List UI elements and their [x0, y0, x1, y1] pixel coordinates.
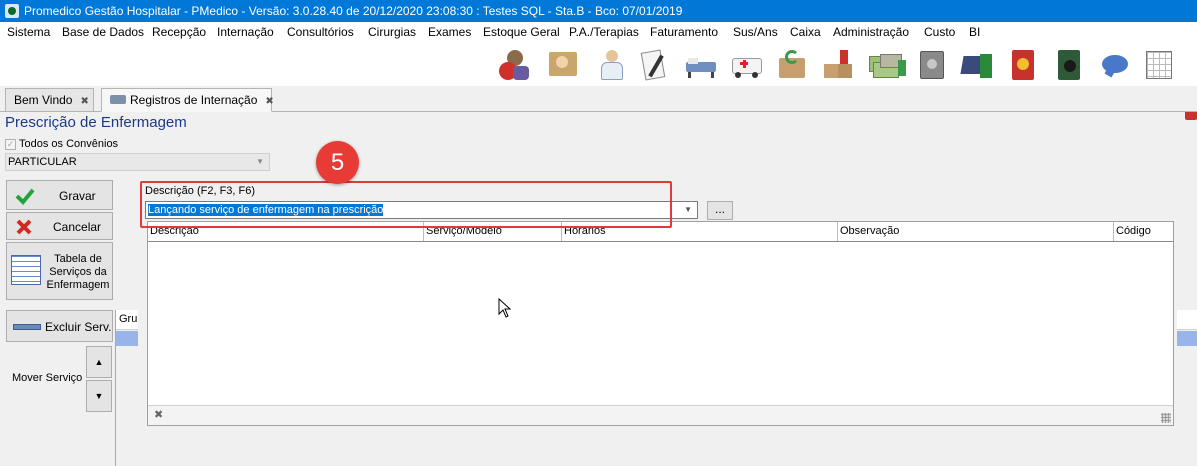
delete-service-button[interactable]: Excluir Serv.	[6, 310, 113, 342]
close-icon[interactable]: ✖	[265, 96, 273, 107]
arrow-up-icon: ▲	[94, 357, 104, 367]
checkmark-icon	[15, 188, 35, 205]
table-label-line3: Enfermagem	[46, 279, 110, 291]
refresh-user-icon[interactable]	[497, 48, 531, 82]
toolbar	[0, 44, 1197, 120]
menu-consultorios[interactable]: Consultórios	[287, 25, 354, 39]
tab-registros-internacao[interactable]: Registros de Internação ✖	[101, 88, 274, 112]
menu-pa-terapias[interactable]: P.A./Terapias	[569, 25, 639, 39]
table-icon	[11, 255, 41, 285]
menu-base-de-dados[interactable]: Base de Dados	[62, 25, 144, 39]
tab-strip: Bem Vindo ✖ Registros de Internação ✖	[0, 86, 1197, 112]
clear-filter-icon[interactable]: ✖	[154, 408, 163, 421]
menu-sus-ans[interactable]: Sus/Ans	[733, 25, 778, 39]
chevron-down-icon: ▼	[256, 157, 264, 166]
chevron-down-icon[interactable]: ▼	[684, 202, 692, 218]
column-codigo[interactable]: Código	[1114, 222, 1173, 241]
move-service-label: Mover Serviço	[12, 372, 83, 384]
cancel-label: Cancelar	[53, 220, 102, 234]
move-down-button[interactable]: ▼	[86, 380, 112, 412]
tab-bem-vindo[interactable]: Bem Vindo ✖	[5, 88, 94, 112]
column-observacao[interactable]: Observação	[838, 222, 1114, 241]
grid-footer: ✖	[148, 405, 1173, 425]
services-grid[interactable]: Descrição Serviço/Modelo Horarios Observ…	[147, 221, 1174, 426]
step-number-badge: 5	[316, 141, 359, 184]
service-table-button[interactable]: Tabela de Serviços da Enfermagem	[6, 242, 113, 300]
stock-boxes-icon[interactable]	[822, 48, 856, 82]
arrow-down-icon: ▼	[94, 391, 104, 401]
menu-administracao[interactable]: Administração	[833, 25, 909, 39]
menu-custo[interactable]: Custo	[924, 25, 955, 39]
mouse-cursor-icon	[498, 298, 512, 318]
save-button[interactable]: Gravar	[6, 180, 113, 210]
browse-button[interactable]: ...	[707, 201, 733, 220]
convenio-select[interactable]: PARTICULAR ▼	[5, 153, 270, 171]
menu-cirurgias[interactable]: Cirurgias	[368, 25, 416, 39]
cross-icon	[16, 219, 32, 235]
window-title: Promedico Gestão Hospitalar - PMedico - …	[24, 4, 683, 18]
spreadsheet-icon[interactable]	[1142, 48, 1176, 82]
move-up-button[interactable]: ▲	[86, 346, 112, 378]
all-convenios-checkbox[interactable]: ✓	[5, 139, 16, 150]
cancel-button[interactable]: Cancelar	[6, 212, 113, 240]
card-reader-icon[interactable]	[960, 48, 994, 82]
close-icon[interactable]: ✖	[80, 96, 88, 107]
prescription-icon[interactable]	[636, 48, 670, 82]
doctor-icon[interactable]	[595, 48, 629, 82]
menu-faturamento[interactable]: Faturamento	[650, 25, 718, 39]
hospital-bed-icon[interactable]	[684, 48, 718, 82]
all-convenios-label: Todos os Convênios	[19, 138, 119, 150]
table-label-line2: Serviços da	[49, 266, 107, 278]
chat-bubble-icon[interactable]	[1098, 48, 1132, 82]
resize-grip-icon[interactable]	[1161, 413, 1171, 423]
save-label: Gravar	[59, 189, 96, 203]
menu-recepcao[interactable]: Recepção	[152, 25, 206, 39]
money-down-icon[interactable]	[878, 48, 912, 82]
menu-internacao[interactable]: Internação	[217, 25, 274, 39]
table-label-line1: Tabela de	[54, 253, 102, 265]
tab-label: Registros de Internação	[130, 93, 258, 107]
menu-bi[interactable]: BI	[969, 25, 980, 39]
recycle-box-icon[interactable]	[775, 48, 809, 82]
reception-icon[interactable]	[546, 48, 580, 82]
menu-sistema[interactable]: Sistema	[7, 25, 50, 39]
convenio-value: PARTICULAR	[8, 156, 77, 168]
menu-estoque-geral[interactable]: Estoque Geral	[483, 25, 560, 39]
safe-icon[interactable]	[915, 48, 949, 82]
ambulance-icon[interactable]	[730, 48, 764, 82]
hospital-bed-icon	[110, 95, 126, 104]
tab-label: Bem Vindo	[14, 93, 73, 107]
menu-exames[interactable]: Exames	[428, 25, 471, 39]
page-title: Prescrição de Enfermagem	[5, 114, 187, 131]
app-logo-icon	[5, 4, 19, 18]
menu-caixa[interactable]: Caixa	[790, 25, 821, 39]
delete-service-label: Excluir Serv.	[45, 320, 112, 334]
minus-icon	[13, 324, 41, 330]
phone-book-icon[interactable]	[1006, 48, 1040, 82]
annotation-highlight-box	[140, 181, 672, 228]
menu-bar: Sistema Base de Dados Recepção Internaçã…	[0, 22, 1197, 44]
book-disc-icon[interactable]	[1052, 48, 1086, 82]
window-titlebar: Promedico Gestão Hospitalar - PMedico - …	[0, 0, 1197, 22]
